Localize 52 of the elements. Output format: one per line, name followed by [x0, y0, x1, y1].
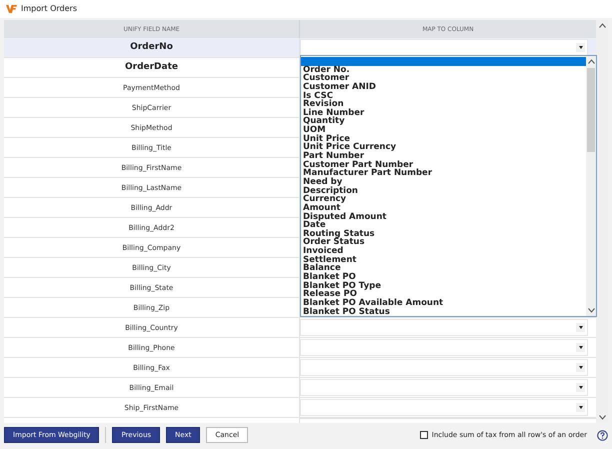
column-select[interactable]: [300, 39, 588, 56]
help-icon[interactable]: [597, 430, 608, 441]
caret-icon: [578, 326, 582, 330]
dropdown-option[interactable]: Date: [301, 221, 586, 230]
dropdown-option[interactable]: Invoiced: [301, 247, 586, 256]
dropdown-option[interactable]: Blanket PO: [301, 273, 586, 282]
dropdown-option[interactable]: Customer ANID: [301, 82, 586, 92]
column-select[interactable]: [300, 319, 588, 336]
field-name: OrderNo: [130, 41, 173, 54]
dropdown-option[interactable]: Description: [301, 186, 586, 196]
dropdown-option[interactable]: Unit Price Currency: [301, 143, 586, 152]
caret-icon: [578, 386, 582, 390]
caret-icon: [578, 46, 582, 50]
scroll-up-icon[interactable]: [598, 23, 606, 28]
dropdown-option[interactable]: Is CSC: [301, 92, 586, 100]
tax-checkbox[interactable]: [420, 431, 428, 440]
window-title: Import Orders: [21, 3, 77, 16]
caret-icon: [578, 406, 582, 410]
dropdown-option[interactable]: Amount: [301, 204, 586, 213]
dropdown-option[interactable]: Settlement: [301, 256, 586, 264]
dropdown-option[interactable]: Blanket PO Available Amount: [301, 298, 586, 308]
dropdown-option[interactable]: Unit Price: [301, 134, 586, 144]
dropdown-option[interactable]: Customer Part Number: [301, 160, 586, 170]
field-name: OrderDate: [124, 61, 178, 74]
dropdown-option[interactable]: Revision: [301, 100, 586, 109]
dropdown-option[interactable]: Blanket PO Type: [301, 282, 586, 290]
dropdown-option[interactable]: Quantity: [301, 117, 586, 126]
scroll-down-icon[interactable]: [598, 415, 606, 420]
dropdown-option[interactable]: Line Number: [301, 108, 586, 118]
dropdown-option[interactable]: Currency: [301, 195, 586, 204]
dropdown-option[interactable]: Disputed Amount: [301, 212, 586, 222]
dropdown-option[interactable]: Customer: [301, 74, 586, 83]
dropdown-option[interactable]: Blanket PO Status: [301, 308, 586, 316]
column-select[interactable]: [300, 379, 588, 396]
list-scrollbar[interactable]: [586, 56, 596, 316]
dropdown-option[interactable]: Balance: [301, 264, 586, 274]
scroll-up-icon[interactable]: [588, 59, 594, 64]
dropdown-option[interactable]: Part Number: [301, 152, 586, 161]
column-select[interactable]: [300, 359, 588, 376]
dropdown-option[interactable]: Manufacturer Part Number: [301, 169, 586, 178]
dropdown-option[interactable]: Need by: [301, 178, 586, 187]
caret-icon: [578, 346, 582, 350]
scroll-down-icon[interactable]: [588, 308, 594, 313]
dropdown-option[interactable]: Order Status: [301, 238, 586, 248]
caret-icon: [578, 366, 582, 370]
dropdown-option[interactable]: Order No.: [301, 66, 586, 74]
dropdown-option[interactable]: Release PO: [301, 290, 586, 299]
app-logo-icon: [6, 5, 17, 14]
column-select[interactable]: [300, 339, 588, 356]
column-select[interactable]: [300, 399, 588, 416]
dropdown-option[interactable]: Routing Status: [301, 230, 586, 238]
dropdown-option[interactable]: UOM: [301, 126, 586, 135]
